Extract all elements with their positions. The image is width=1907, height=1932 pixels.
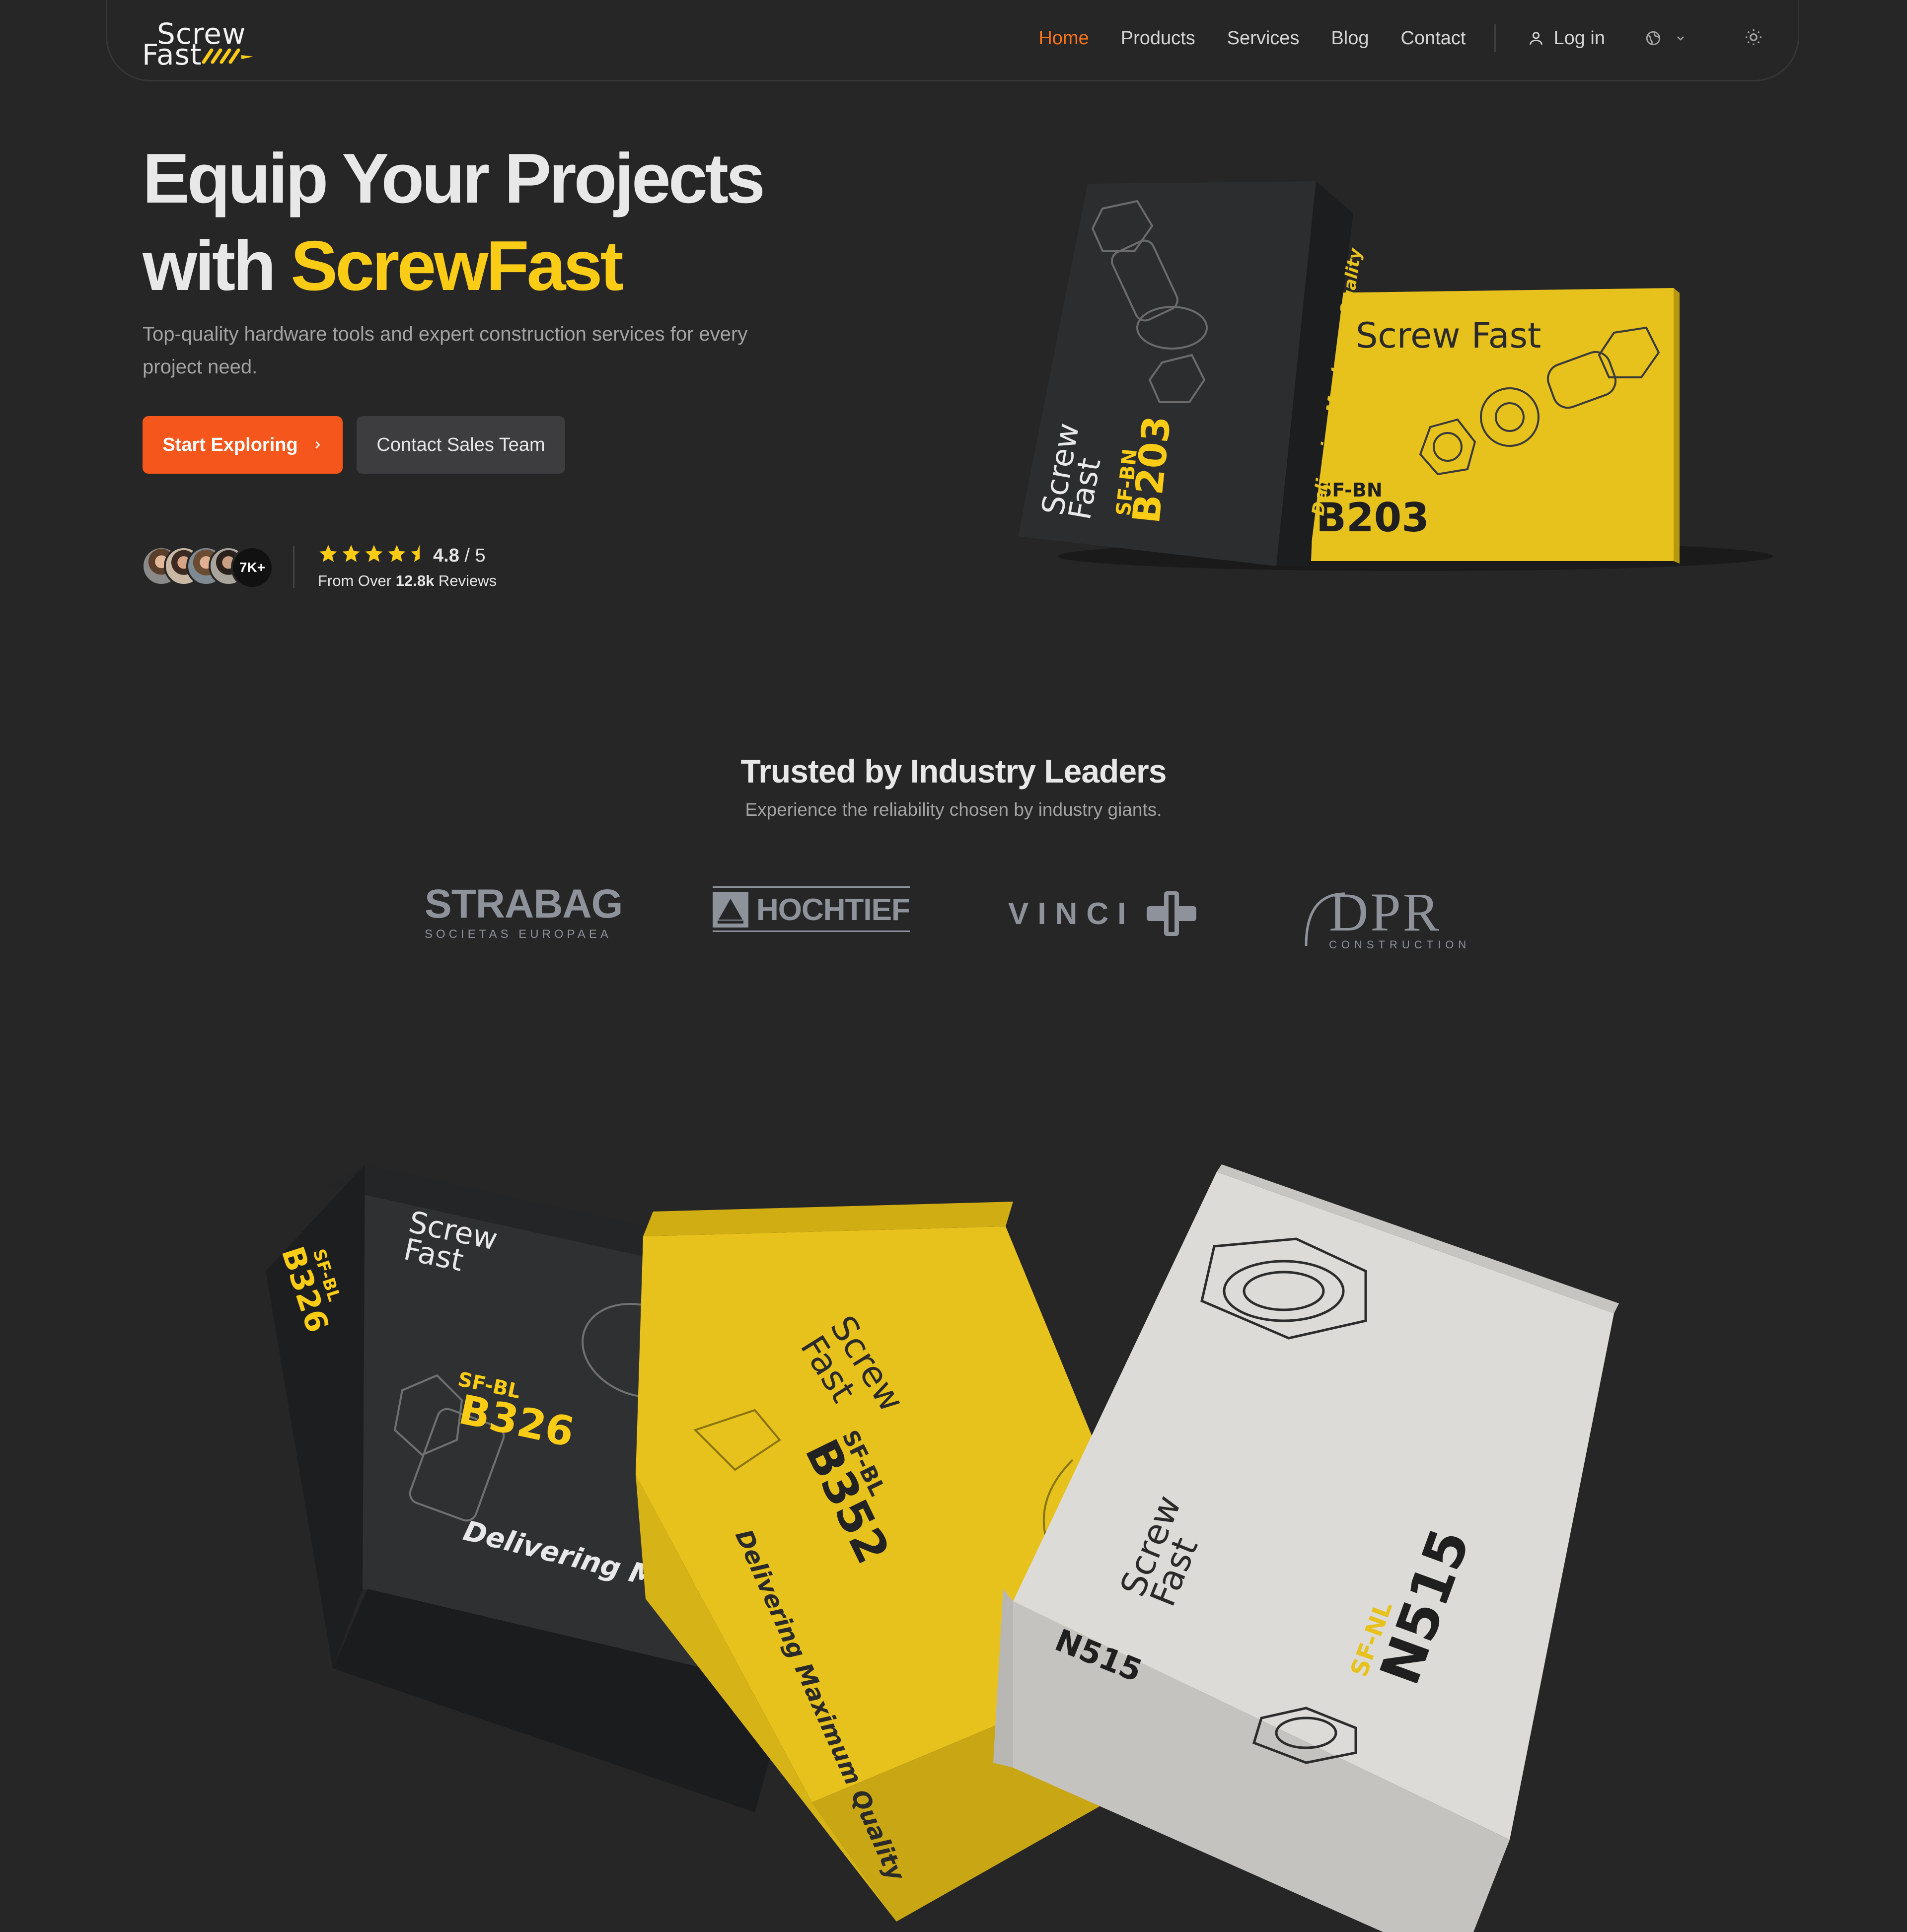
hero-title: Equip Your Projects with ScrewFast	[143, 135, 765, 310]
page: Screw Fast Home Products Services Blog C…	[0, 0, 1907, 1932]
reviews-number: 12.8k	[395, 572, 435, 589]
rating-number: 4.8	[433, 545, 459, 566]
reviews-count-text: From Over 12.8k Reviews	[318, 572, 497, 590]
chevron-right-icon	[315, 441, 320, 449]
star-icon	[319, 545, 337, 562]
strabag-name: STRABAG	[425, 881, 623, 927]
contact-sales-label: Contact Sales Team	[376, 434, 545, 455]
hero-subtitle: Top-quality hardware tools and expert co…	[143, 323, 748, 378]
vinci-name: VINCI	[1008, 896, 1135, 931]
hero-product-image: Screw Fast SF-BN B203 SF-BN B203 Deliver…	[1018, 181, 1773, 571]
contact-sales-button[interactable]: Contact Sales Team	[357, 416, 565, 474]
chevron-down-icon	[1677, 36, 1684, 41]
logo-line2: Fast	[142, 38, 202, 72]
hero-title-line1: Equip Your Projects	[143, 139, 765, 218]
half-star-icon	[411, 545, 420, 562]
vinci-mark-icon	[1147, 891, 1197, 936]
dark-box-b203: SF-BN B203 Delivering Maximum Quality Sc…	[1018, 181, 1366, 566]
partner-logo-vinci: VINCI	[1008, 891, 1197, 936]
nav-contact[interactable]: Contact	[1400, 28, 1466, 49]
customer-avatars: 7K+	[142, 546, 276, 589]
login-label: Log in	[1553, 27, 1605, 49]
star-icon	[388, 545, 406, 562]
trusted-subtitle: Experience the reliability chosen by ind…	[745, 799, 1162, 820]
theme-toggle[interactable]	[1744, 28, 1763, 49]
star-rating	[318, 543, 430, 564]
feature-products-image: Screw Fast SF-BL B326 Delivering Maximum…	[266, 1164, 1619, 1932]
star-icon	[365, 545, 383, 562]
rating-max: / 5	[464, 545, 486, 566]
nav-divider	[1494, 24, 1496, 52]
partner-logo-dpr: DPR CONSTRUCTION	[1301, 874, 1466, 953]
star-icon	[342, 545, 360, 562]
dpr-sub: CONSTRUCTION	[1329, 938, 1471, 951]
nav-products[interactable]: Products	[1121, 28, 1195, 49]
dpr-name: DPR	[1329, 882, 1441, 942]
hero-title-accent: ScrewFast	[291, 226, 623, 305]
login-link[interactable]: Log in	[1528, 28, 1605, 49]
trusted-title: Trusted by Industry Leaders	[740, 753, 1167, 789]
box-brand-text: Screw Fast	[1356, 315, 1541, 356]
reviews-suffix: Reviews	[434, 572, 497, 589]
start-exploring-button[interactable]: Start Exploring	[143, 416, 343, 474]
strabag-sub: SOCIETAS EUROPAEA	[425, 928, 612, 941]
hochtief-mark-icon	[713, 892, 748, 928]
partner-logo-hochtief: HOCHTIEF	[713, 886, 910, 932]
nav-services[interactable]: Services	[1227, 28, 1300, 49]
top-navbar: Screw Fast Home Products Services Blog C…	[106, 0, 1799, 81]
logo-slash-icon	[202, 48, 253, 64]
avatar-count-badge: 7K+	[231, 546, 274, 589]
start-exploring-label: Start Exploring	[162, 434, 298, 455]
sun-icon	[1746, 29, 1761, 45]
yellow-box-b203: Screw Fast SF-BN B203	[1311, 288, 1680, 564]
nav-home[interactable]: Home	[1038, 28, 1089, 49]
hero-title-prefix: with	[143, 226, 291, 305]
brand-logo[interactable]: Screw Fast	[142, 8, 256, 72]
language-selector[interactable]	[1645, 30, 1687, 47]
nav-blog[interactable]: Blog	[1331, 28, 1369, 49]
user-icon	[1530, 32, 1543, 45]
white-box-n515: Screw Fast SF-NL N515 N515	[993, 1164, 1619, 1932]
partner-logo-strabag: STRABAG SOCIETAS EUROPAEA	[425, 881, 623, 941]
nav-links: Home Products Services Blog Contact Log …	[1038, 24, 1763, 52]
rating-divider	[293, 546, 294, 588]
reviews-prefix: From Over	[318, 572, 396, 589]
hochtief-name: HOCHTIEF	[756, 893, 910, 927]
box-code-text: B203	[1316, 495, 1429, 541]
globe-icon	[1646, 31, 1661, 46]
rating-value: 4.8 / 5	[433, 545, 486, 567]
